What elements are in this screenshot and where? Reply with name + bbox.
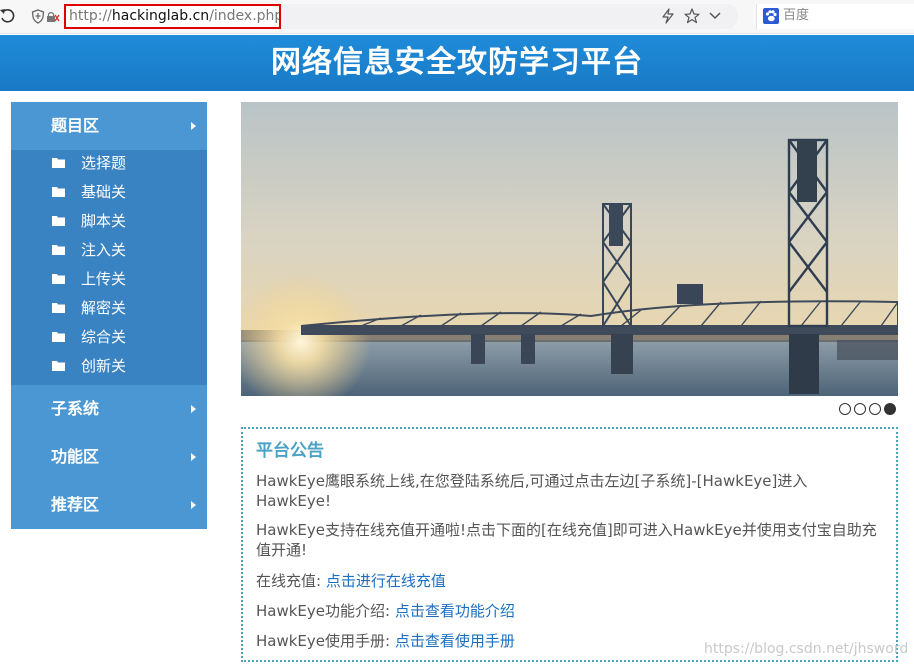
- caret-right-icon: [191, 405, 196, 413]
- announcement-paragraph: HawkEye鹰眼系统上线,在您登陆系统后,可通过点击左边[子系统]-[Hawk…: [256, 472, 808, 510]
- manual-link[interactable]: 点击查看使用手册: [395, 632, 515, 650]
- url-input[interactable]: http://hackinglab.cn/index.php: [64, 4, 281, 29]
- folder-icon: [52, 274, 65, 284]
- baidu-paw-icon: [763, 8, 779, 24]
- url-host: hackinglab.cn: [111, 8, 210, 24]
- search-placeholder: 百度: [783, 8, 810, 23]
- sidebar-item-injection[interactable]: 注入关: [11, 237, 207, 266]
- sidebar-item-label: 脚本关: [81, 212, 127, 230]
- sidebar-item-label: 创新关: [81, 357, 127, 375]
- intro-line: HawkEye功能介绍: 点击查看功能介绍: [256, 601, 881, 621]
- sidebar-section-functions[interactable]: 功能区: [11, 433, 207, 481]
- folder-icon: [52, 216, 65, 226]
- sidebar-item-label: 综合关: [81, 328, 127, 346]
- sidebar-item-upload[interactable]: 上传关: [11, 266, 207, 295]
- browser-toolbar: http://hackinglab.cn/index.php 百度: [0, 0, 914, 34]
- folder-icon: [52, 303, 65, 313]
- sidebar-item-comprehensive[interactable]: 综合关: [11, 324, 207, 353]
- search-box[interactable]: 百度: [756, 4, 914, 29]
- carousel-dot-active[interactable]: [884, 403, 896, 415]
- url-scheme: http://: [69, 8, 112, 24]
- announcement-box: 平台公告 HawkEye鹰眼系统上线,在您登陆系统后,可通过点击左边[子系统]-…: [241, 427, 898, 662]
- insecure-lock-icon[interactable]: [46, 11, 60, 23]
- bookmark-star-icon[interactable]: [684, 8, 700, 24]
- sidebar-nav: 题目区 选择题 基础关 脚本关 注入关 上传关 解密关 综合关 创新关 子系统 …: [11, 102, 207, 529]
- recharge-label: 在线充值:: [256, 572, 326, 590]
- recharge-link[interactable]: 点击进行在线充值: [326, 572, 446, 590]
- chevron-down-icon[interactable]: [708, 10, 722, 22]
- sidebar-item-label: 注入关: [81, 241, 127, 259]
- sidebar-section-subsystem[interactable]: 子系统: [11, 385, 207, 433]
- sidebar-section-label: 子系统: [51, 399, 100, 418]
- caret-right-icon: [191, 122, 196, 130]
- back-icon[interactable]: [0, 7, 16, 25]
- sidebar-item-label: 基础关: [81, 183, 127, 201]
- carousel-dot[interactable]: [854, 403, 866, 415]
- folder-icon: [52, 361, 65, 371]
- sidebar-section-label: 题目区: [51, 116, 100, 135]
- banner-carousel-image[interactable]: [241, 102, 898, 396]
- carousel-dot[interactable]: [869, 403, 881, 415]
- sidebar-item-decrypt[interactable]: 解密关: [11, 295, 207, 324]
- sidebar-section-label: 功能区: [51, 447, 100, 466]
- shield-icon[interactable]: [31, 9, 45, 24]
- announcement-title: 平台公告: [256, 441, 324, 461]
- caret-right-icon: [191, 501, 196, 509]
- sidebar-item-label: 选择题: [81, 154, 127, 172]
- sidebar-item-choice[interactable]: 选择题: [11, 150, 207, 179]
- carousel-indicators: [839, 403, 899, 416]
- carousel-dot[interactable]: [839, 403, 851, 415]
- sidebar-item-label: 解密关: [81, 299, 127, 317]
- folder-icon: [52, 158, 65, 168]
- recharge-line: 在线充值: 点击进行在线充值: [256, 571, 881, 591]
- sidebar-submenu: 选择题 基础关 脚本关 注入关 上传关 解密关 综合关 创新关: [11, 150, 207, 385]
- sidebar-item-basic[interactable]: 基础关: [11, 179, 207, 208]
- caret-right-icon: [191, 453, 196, 461]
- folder-icon: [52, 332, 65, 342]
- lightning-icon[interactable]: [661, 8, 675, 24]
- intro-link[interactable]: 点击查看功能介绍: [395, 602, 515, 620]
- sidebar-section-recommend[interactable]: 推荐区: [11, 481, 207, 529]
- folder-icon: [52, 245, 65, 255]
- sidebar-section-questions[interactable]: 题目区: [11, 102, 207, 150]
- sidebar-item-label: 上传关: [81, 270, 127, 288]
- sidebar-item-innovation[interactable]: 创新关: [11, 353, 207, 382]
- watermark-text: https://blog.csdn.net/jhsword: [704, 641, 909, 657]
- manual-label: HawkEye使用手册:: [256, 632, 395, 650]
- intro-label: HawkEye功能介绍:: [256, 602, 395, 620]
- site-header: 网络信息安全攻防学习平台: [0, 35, 914, 91]
- folder-icon: [52, 187, 65, 197]
- sidebar-item-script[interactable]: 脚本关: [11, 208, 207, 237]
- url-path: /index.php: [209, 8, 281, 24]
- sidebar-section-label: 推荐区: [51, 495, 100, 514]
- site-title: 网络信息安全攻防学习平台: [271, 45, 643, 80]
- announcement-paragraph: HawkEye支持在线充值开通啦!点击下面的[在线充值]即可进入HawkEye并…: [256, 521, 877, 559]
